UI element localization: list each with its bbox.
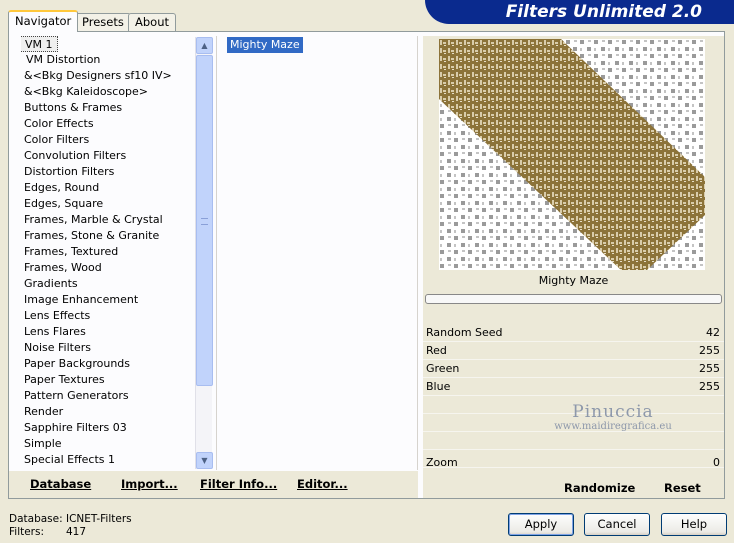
maze-preview-canvas [439,39,705,270]
category-item[interactable]: Paper Textures [21,372,201,388]
param-row-empty [423,432,724,450]
category-scrollbar[interactable]: ▲ ▼ [195,37,213,469]
status-bar: Database: ICNET-Filters Filters: 417 [9,513,132,539]
scroll-thumb[interactable] [196,55,213,386]
tab-about[interactable]: About [128,13,177,32]
zoom-value[interactable]: 0 [713,454,720,472]
category-list[interactable]: VM 1 VM Distortion &<Bkg Designers sf10 IV… [21,36,201,468]
left-toolbar: Database Import... Filter Info... Editor… [9,471,418,498]
divider [417,36,418,470]
database-button[interactable]: Database [30,477,91,491]
category-item[interactable]: VM Distortion [21,52,201,68]
tab-presets[interactable]: Presets [75,13,131,32]
category-item[interactable]: &<Bkg Designers sf10 IV> [21,68,201,84]
param-row-random-seed[interactable]: Random Seed 42 [423,324,724,342]
category-item[interactable]: &<Bkg Kaleidoscope> [21,84,201,100]
help-button[interactable]: Help [661,513,727,536]
category-item[interactable]: Gradients [21,276,201,292]
randomize-button[interactable]: Randomize [564,481,635,495]
scroll-up-button[interactable]: ▲ [196,37,213,54]
category-item[interactable]: Paper Backgrounds [21,356,201,372]
param-label: Random Seed [426,326,503,339]
category-item[interactable]: Convolution Filters [21,148,201,164]
category-item[interactable]: Noise Filters [21,340,201,356]
filters-status-label: Filters: [9,526,45,538]
param-value[interactable]: 42 [706,324,720,342]
right-toolbar: Randomize Reset [423,475,724,502]
cancel-button[interactable]: Cancel [584,513,650,536]
category-item[interactable]: Edges, Round [21,180,201,196]
parameter-list: Random Seed 42 Red 255 Green 255 Blue 25… [423,324,724,468]
filter-info-button[interactable]: Filter Info... [200,477,277,491]
category-item[interactable]: Render [21,404,201,420]
category-item[interactable]: Lens Flares [21,324,201,340]
param-value[interactable]: 255 [699,342,720,360]
progress-bar [425,294,722,304]
import-button[interactable]: Import... [121,477,178,491]
param-row-empty [423,396,724,414]
param-row-red[interactable]: Red 255 [423,342,724,360]
grip-icon [201,218,208,225]
tab-navigator[interactable]: Navigator [8,10,79,32]
navigator-panel: VM 1 VM Distortion &<Bkg Designers sf10 IV… [8,31,725,499]
preview-pane: Mighty Maze Random Seed 42 Red 255 Green… [423,36,724,498]
param-row-blue[interactable]: Blue 255 [423,378,724,396]
divider [216,36,217,470]
category-item[interactable]: Color Effects [21,116,201,132]
category-item[interactable]: Simple [21,436,201,452]
param-label: Blue [426,380,451,393]
editor-button[interactable]: Editor... [297,477,348,491]
reset-button[interactable]: Reset [664,481,701,495]
preview-filter-name: Mighty Maze [538,274,609,287]
database-status-value: ICNET-Filters [66,513,132,525]
database-status-label: Database: [9,513,63,525]
category-item[interactable]: Special Effects 1 [21,452,201,468]
category-item[interactable]: Lens Effects [21,308,201,324]
category-item[interactable]: Frames, Textured [21,244,201,260]
category-item[interactable]: Sapphire Filters 03 [21,420,201,436]
category-item[interactable]: Pattern Generators [21,388,201,404]
scroll-down-button[interactable]: ▼ [196,452,213,469]
category-item[interactable]: Image Enhancement [21,292,201,308]
category-item[interactable]: Buttons & Frames [21,100,201,116]
category-item[interactable]: Distortion Filters [21,164,201,180]
category-item[interactable]: Frames, Marble & Crystal [21,212,201,228]
filter-item-selected[interactable]: Mighty Maze [227,37,303,53]
param-row-green[interactable]: Green 255 [423,360,724,378]
param-label: Red [426,344,447,357]
app-title-banner: Filters Unlimited 2.0 [425,0,734,24]
zoom-label: Zoom [426,456,458,469]
filters-status-value: 417 [66,526,87,538]
filter-list[interactable]: Mighty Maze [227,37,417,469]
category-item-selected[interactable]: VM 1 [21,36,58,52]
param-row-empty [423,414,724,432]
param-value[interactable]: 255 [699,378,720,396]
param-value[interactable]: 255 [699,360,720,378]
category-item[interactable]: Edges, Square [21,196,201,212]
category-item[interactable]: Frames, Stone & Granite [21,228,201,244]
preview-image [439,39,705,270]
category-item[interactable]: Frames, Wood [21,260,201,276]
param-label: Green [426,362,460,375]
apply-button[interactable]: Apply [508,513,574,536]
category-item[interactable]: Color Filters [21,132,201,148]
zoom-row[interactable]: Zoom 0 [423,454,724,472]
